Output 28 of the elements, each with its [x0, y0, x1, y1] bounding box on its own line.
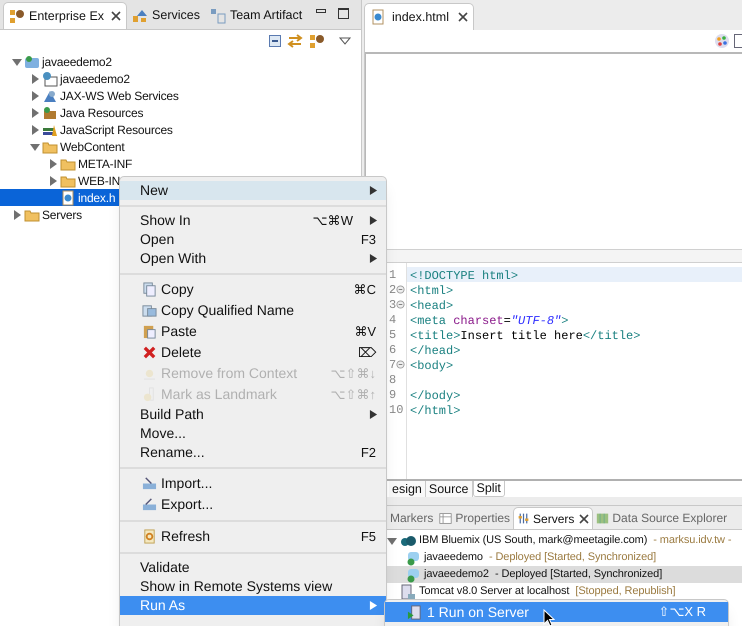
code-line: <html>: [409, 283, 454, 297]
shortcut-label: ⌥⌘W: [312, 212, 353, 230]
shortcut-label: ⇧⌥X R: [658, 603, 706, 622]
line-number: 2: [389, 282, 396, 298]
shortcut-label: F2: [360, 444, 376, 462]
line-number: 9: [389, 386, 396, 404]
shortcut-label: ⌦: [358, 344, 376, 362]
code-line: <title>Insert title here</title>: [409, 328, 642, 342]
shortcut-label: F3: [360, 230, 376, 249]
code-line: </body>: [409, 388, 462, 402]
code-line: <meta charset="UTF-8">: [409, 313, 570, 327]
code-line: </html>: [409, 403, 462, 417]
line-number: 6: [389, 342, 396, 358]
line-number: 5: [389, 326, 396, 344]
shortcut-label: ⌘V: [354, 322, 376, 341]
line-number: 4: [389, 312, 396, 328]
shortcut-label: ⌘C: [354, 280, 376, 299]
line-number: 3: [389, 296, 396, 314]
line-number: 7: [389, 356, 396, 374]
line-number: 8: [389, 372, 396, 388]
line-number: 1: [389, 266, 396, 284]
code-line: <head>: [409, 298, 454, 312]
shortcut-label: ⌥⇧⌘↓: [330, 364, 376, 383]
shortcut-label: ⌥⇧⌘↑: [330, 386, 376, 404]
shortcut-label: F5: [360, 528, 376, 546]
line-number: 10: [389, 402, 404, 418]
code-line: <body>: [409, 358, 454, 372]
code-line: </head>: [409, 343, 462, 357]
